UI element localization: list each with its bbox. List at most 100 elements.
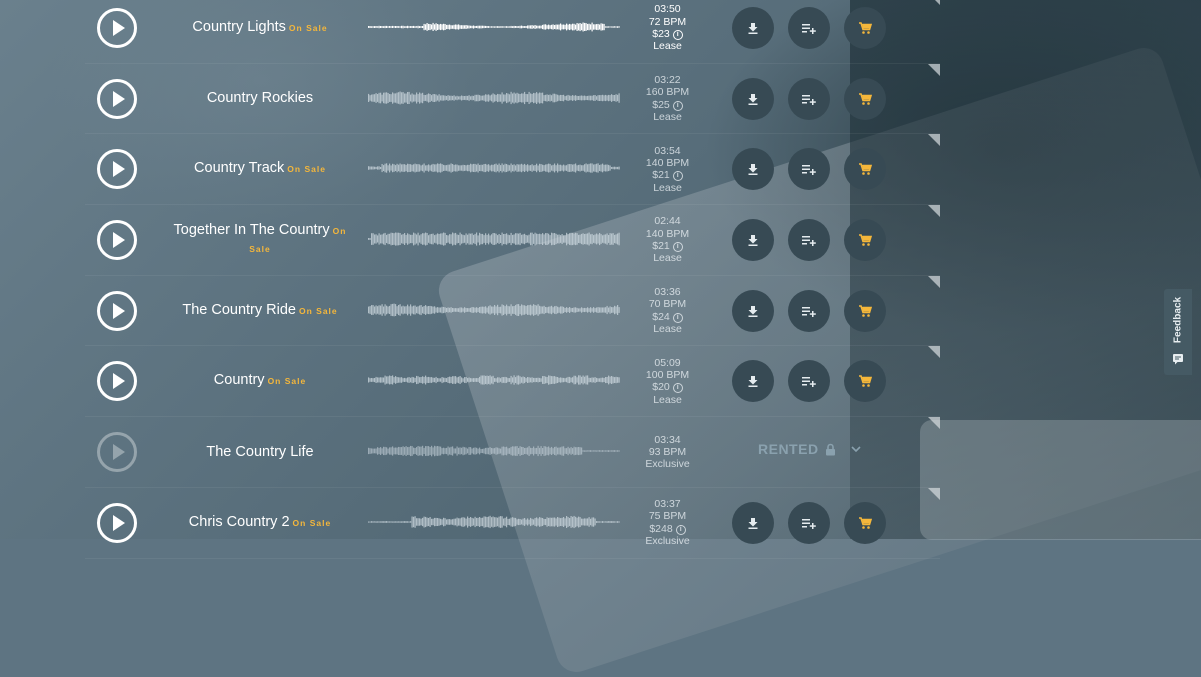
add-to-cart-button[interactable] bbox=[844, 501, 886, 544]
track-bpm: 75 BPM bbox=[648, 510, 687, 523]
waveform[interactable] bbox=[368, 226, 620, 252]
download-button[interactable] bbox=[732, 148, 774, 191]
track-title-wrap: Country On Sale bbox=[214, 372, 306, 390]
track-title: Country Lights bbox=[192, 19, 286, 35]
track-list: Country Lights On Sale 03:50 72 BPM $23 i Leas… bbox=[85, 0, 940, 559]
add-to-playlist-icon bbox=[802, 377, 816, 388]
download-icon bbox=[748, 93, 758, 105]
add-to-cart-button[interactable] bbox=[844, 148, 886, 191]
play-button[interactable] bbox=[97, 220, 137, 261]
waveform[interactable] bbox=[368, 85, 620, 111]
add-to-playlist-button[interactable] bbox=[788, 77, 830, 120]
track-row: Country On Sale 05:09 100 BPM $20 i Lease bbox=[85, 346, 940, 418]
add-to-cart-button[interactable] bbox=[844, 289, 886, 332]
price-line: $24 i bbox=[652, 311, 683, 323]
track-title-cell: The Country Life bbox=[170, 417, 350, 487]
download-button[interactable] bbox=[732, 360, 774, 403]
track-title: The Country Life bbox=[206, 443, 314, 460]
lock-icon bbox=[825, 443, 835, 456]
waveform[interactable] bbox=[368, 509, 620, 535]
add-to-playlist-icon bbox=[802, 165, 816, 176]
info-icon[interactable]: i bbox=[672, 171, 683, 182]
info-icon[interactable]: i bbox=[672, 383, 683, 394]
play-button[interactable] bbox=[97, 290, 137, 331]
add-to-playlist-button[interactable] bbox=[788, 501, 830, 544]
play-button[interactable] bbox=[97, 502, 137, 543]
waveform[interactable] bbox=[368, 438, 620, 464]
download-icon bbox=[748, 517, 758, 529]
track-meta: 05:09 100 BPM $20 i Lease bbox=[625, 346, 710, 416]
add-to-playlist-icon bbox=[802, 94, 816, 105]
play-button[interactable] bbox=[97, 432, 137, 473]
download-button[interactable] bbox=[732, 501, 774, 544]
add-to-cart-button[interactable] bbox=[844, 360, 886, 403]
track-duration: 02:44 bbox=[654, 215, 681, 228]
play-button[interactable] bbox=[97, 361, 137, 402]
play-button[interactable] bbox=[97, 78, 137, 119]
info-icon[interactable]: i bbox=[672, 30, 683, 40]
track-bpm: 72 BPM bbox=[648, 15, 687, 28]
info-icon[interactable]: i bbox=[672, 242, 683, 253]
download-button[interactable] bbox=[732, 77, 774, 120]
cart-icon bbox=[859, 234, 872, 246]
add-to-playlist-icon bbox=[802, 518, 816, 529]
add-to-cart-button[interactable] bbox=[844, 77, 886, 120]
add-to-playlist-button[interactable] bbox=[788, 7, 830, 49]
add-to-playlist-button[interactable] bbox=[788, 148, 830, 191]
corner-marker bbox=[928, 417, 940, 430]
add-to-playlist-button[interactable] bbox=[788, 219, 830, 262]
track-title-cell: The Country Ride On Sale bbox=[170, 276, 350, 346]
on-sale-badge: On Sale bbox=[298, 305, 338, 316]
track-duration: 03:36 bbox=[654, 285, 681, 298]
track-title-wrap: Together In The Country On Sale bbox=[170, 222, 350, 258]
feedback-tab[interactable]: Feedback bbox=[1164, 289, 1192, 375]
rented-status[interactable]: RENTED bbox=[758, 441, 862, 457]
cart-icon bbox=[859, 375, 872, 388]
track-duration: 05:09 bbox=[654, 356, 681, 369]
chevron-down-icon[interactable] bbox=[850, 445, 862, 453]
license-type: Lease bbox=[653, 252, 682, 265]
track-row: Together In The Country On Sale 02:44 140 B… bbox=[85, 205, 940, 276]
add-to-cart-button[interactable] bbox=[844, 219, 886, 262]
track-duration: 03:22 bbox=[654, 73, 681, 86]
license-type: Lease bbox=[653, 393, 682, 406]
waveform[interactable] bbox=[368, 367, 620, 393]
license-type: Exclusive bbox=[645, 458, 690, 471]
waveform[interactable] bbox=[368, 297, 620, 323]
track-meta: 03:54 140 BPM $21 i Lease bbox=[625, 134, 710, 204]
track-title-wrap: Chris Country 2 On Sale bbox=[189, 514, 331, 532]
cart-icon bbox=[859, 163, 872, 176]
download-button[interactable] bbox=[732, 289, 774, 332]
download-button[interactable] bbox=[732, 7, 774, 49]
waveform[interactable] bbox=[368, 155, 620, 181]
play-button[interactable] bbox=[97, 149, 137, 190]
on-sale-badge: On Sale bbox=[267, 376, 307, 387]
download-icon bbox=[748, 305, 758, 317]
corner-marker bbox=[928, 63, 940, 76]
track-title-wrap: Country Rockies bbox=[207, 90, 313, 107]
track-title: Country Track bbox=[194, 160, 285, 177]
track-bpm: 70 BPM bbox=[648, 298, 687, 311]
track-price: $21 bbox=[652, 169, 670, 182]
track-title: The Country Ride bbox=[182, 301, 296, 318]
info-icon[interactable]: i bbox=[675, 524, 686, 535]
track-bpm: 140 BPM bbox=[645, 156, 690, 169]
corner-marker bbox=[928, 205, 940, 218]
info-icon[interactable]: i bbox=[672, 312, 683, 323]
price-line: $23 i bbox=[652, 28, 683, 40]
download-icon bbox=[748, 376, 758, 388]
on-sale-badge: On Sale bbox=[292, 517, 332, 528]
track-row: Country Track On Sale 03:54 140 BPM $21 i Leas… bbox=[85, 134, 940, 206]
add-to-playlist-button[interactable] bbox=[788, 289, 830, 332]
info-icon[interactable]: i bbox=[672, 100, 683, 111]
cart-icon bbox=[859, 92, 872, 105]
add-to-cart-button[interactable] bbox=[844, 7, 886, 49]
download-icon bbox=[748, 235, 758, 247]
play-button[interactable] bbox=[97, 8, 137, 48]
add-to-playlist-button[interactable] bbox=[788, 360, 830, 403]
download-button[interactable] bbox=[732, 219, 774, 262]
waveform[interactable] bbox=[368, 14, 620, 40]
license-type: Lease bbox=[653, 323, 682, 336]
add-to-playlist-icon bbox=[802, 236, 816, 247]
cart-icon bbox=[859, 517, 872, 529]
